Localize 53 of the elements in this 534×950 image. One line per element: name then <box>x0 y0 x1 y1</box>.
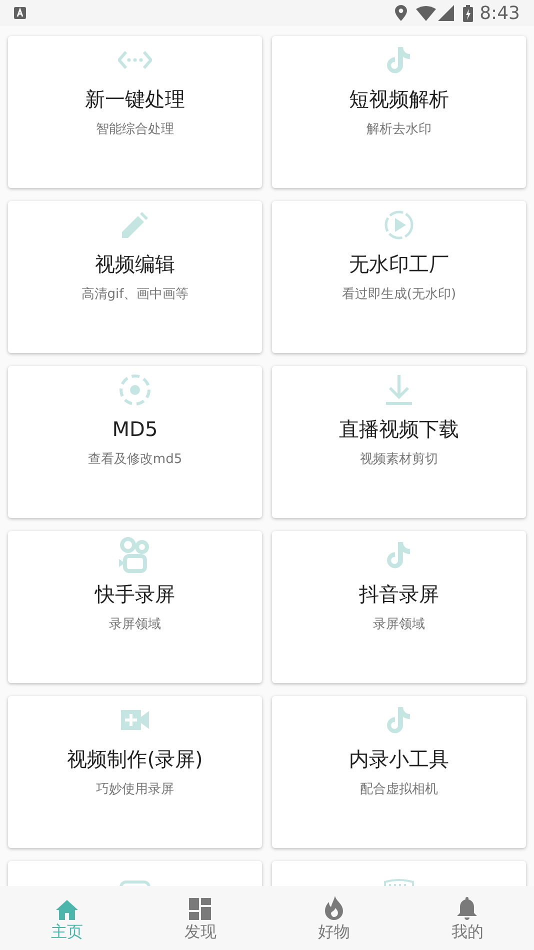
signal-icon <box>438 5 454 21</box>
music-note-icon <box>387 706 411 734</box>
card-title: 无水印工厂 <box>349 251 449 277</box>
download-icon <box>385 375 413 405</box>
card-subtitle: 高清gif、画中画等 <box>81 286 189 304</box>
card-title: 直播视频下载 <box>339 416 459 442</box>
card-subtitle: 录屏领域 <box>109 616 161 634</box>
tool-card[interactable]: MD5 查看及修改md5 <box>8 366 262 518</box>
tool-card[interactable]: 视频制作(录屏) 巧妙使用录屏 <box>8 696 262 848</box>
wifi-icon <box>416 6 436 20</box>
card-title: 视频制作(录屏) <box>67 746 203 772</box>
play-circle-icon <box>384 210 414 240</box>
home-icon <box>56 900 78 920</box>
dashed-target-icon <box>119 374 151 406</box>
dashboard-icon <box>189 898 212 920</box>
card-title: 视频编辑 <box>95 251 175 277</box>
card-subtitle: 解析去水印 <box>366 121 432 139</box>
card-subtitle: 视频素材剪切 <box>360 451 438 469</box>
flame-icon <box>324 896 343 920</box>
card-title: 新一键处理 <box>85 86 185 112</box>
card-subtitle: 录屏领域 <box>373 616 425 634</box>
card-title: 短视频解析 <box>349 86 449 112</box>
card-title: MD5 <box>112 416 158 442</box>
card-subtitle: 查看及修改md5 <box>88 451 182 469</box>
card-title: 快手录屏 <box>95 581 175 607</box>
clock: 8:43 <box>480 2 520 26</box>
pencil-icon <box>122 212 148 238</box>
keyboard-indicator-icon <box>14 7 26 19</box>
music-note-icon <box>387 542 411 568</box>
nav-tab[interactable]: 我的 <box>400 886 534 950</box>
tool-card[interactable]: 视频编辑 高清gif、画中画等 <box>8 201 262 353</box>
video-camera-icon <box>119 537 151 573</box>
tool-card[interactable]: 直播视频下载 视频素材剪切 <box>272 366 526 518</box>
nav-tab[interactable]: 好物 <box>267 886 400 950</box>
video-add-icon <box>121 710 149 730</box>
tool-card[interactable]: 新一键处理 智能综合处理 <box>8 36 262 188</box>
card-title: 内录小工具 <box>349 746 449 772</box>
tool-card[interactable]: 短视频解析 解析去水印 <box>272 36 526 188</box>
code-brackets-icon <box>118 50 152 70</box>
nav-tab[interactable]: 发现 <box>134 886 267 950</box>
music-note-icon <box>387 46 411 74</box>
card-subtitle: 配合虚拟相机 <box>360 781 438 799</box>
card-subtitle: 智能综合处理 <box>96 121 174 139</box>
card-subtitle: 巧妙使用录屏 <box>96 781 174 799</box>
bell-icon <box>457 897 478 920</box>
card-title: 抖音录屏 <box>359 581 439 607</box>
tool-card[interactable]: 抖音录屏 录屏领域 <box>272 531 526 683</box>
tool-card[interactable]: 快手录屏 录屏领域 <box>8 531 262 683</box>
battery-icon <box>462 4 473 22</box>
tool-card[interactable]: 内录小工具 配合虚拟相机 <box>272 696 526 848</box>
tool-card[interactable]: 无水印工厂 看过即生成(无水印) <box>272 201 526 353</box>
location-icon <box>394 5 407 21</box>
card-subtitle: 看过即生成(无水印) <box>342 286 456 304</box>
